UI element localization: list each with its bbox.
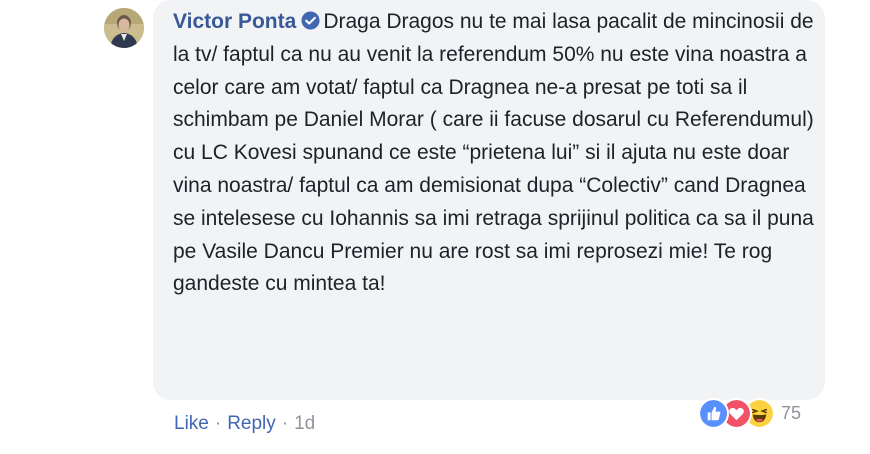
- reaction-count: 75: [781, 402, 802, 423]
- action-separator: ·: [214, 413, 222, 434]
- action-separator: ·: [281, 413, 289, 434]
- author-name[interactable]: Victor Ponta: [173, 10, 296, 33]
- like-reaction-icon: [698, 397, 729, 429]
- comment-row: Victor Ponta Draga Dragos nu te mai lasa …: [0, 0, 870, 454]
- verified-badge-icon: [301, 11, 320, 30]
- avatar-image: [104, 8, 144, 48]
- comment-body: Victor Ponta Draga Dragos nu te mai lasa …: [173, 6, 823, 301]
- reply-link[interactable]: Reply: [227, 413, 276, 434]
- avatar[interactable]: [104, 8, 144, 48]
- comment-text: Draga Dragos nu te mai lasa pacalit de m…: [173, 10, 814, 296]
- like-link[interactable]: Like: [174, 413, 209, 434]
- comment-actions: Like · Reply · 1d: [174, 413, 315, 435]
- reactions-summary[interactable]: 75: [698, 397, 801, 429]
- comment-timestamp[interactable]: 1d: [294, 413, 315, 434]
